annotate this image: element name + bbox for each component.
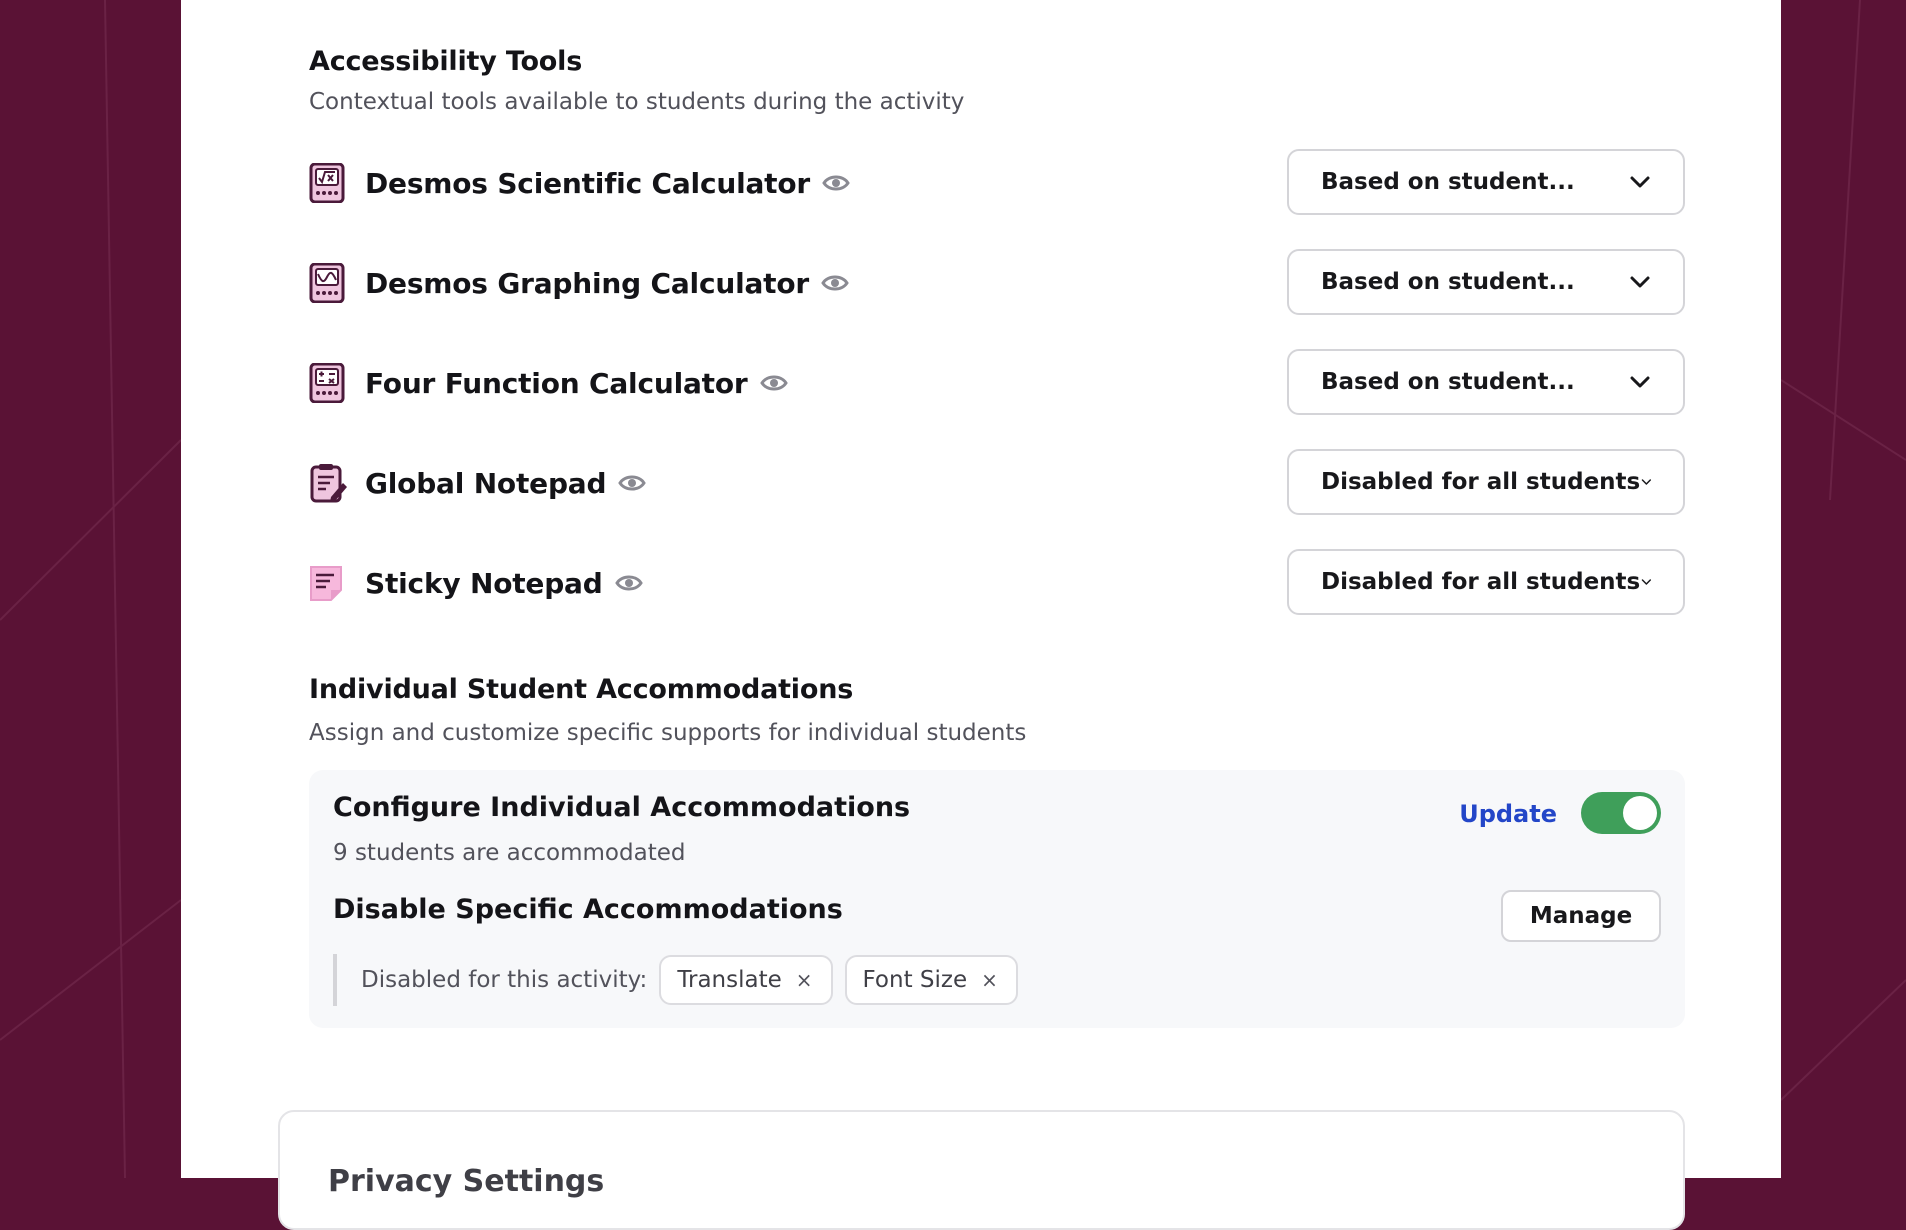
individual-accommodations-description: Assign and customize specific supports f… xyxy=(309,720,1027,746)
disabled-label: Disabled for this activity: xyxy=(361,967,648,993)
update-link[interactable]: Update xyxy=(1459,800,1557,828)
chip-font-size: Font Size × xyxy=(844,955,1018,1005)
disabled-accommodations-row: Disabled for this activity: Translate × … xyxy=(333,954,1030,1006)
chip-label: Translate xyxy=(677,967,782,993)
accommodated-count: 9 students are accommodated xyxy=(333,840,686,866)
individual-accommodations-title: Individual Student Accommodations xyxy=(309,674,854,705)
manage-button[interactable]: Manage xyxy=(1501,890,1661,942)
remove-chip-icon[interactable]: × xyxy=(796,968,813,992)
individual-accommodations-section: Individual Student Accommodations Assign… xyxy=(309,0,1685,1040)
configure-accommodations-title: Configure Individual Accommodations xyxy=(333,792,911,823)
accommodations-card: Configure Individual Accommodations 9 st… xyxy=(309,770,1685,1028)
chip-label: Font Size xyxy=(862,967,968,993)
toggle-knob xyxy=(1623,796,1657,830)
settings-panel: Accessibility Tools Contextual tools ava… xyxy=(181,0,1781,1230)
privacy-settings-card: Privacy Settings xyxy=(278,1110,1685,1230)
privacy-settings-title: Privacy Settings xyxy=(328,1164,605,1199)
disable-accommodations-title: Disable Specific Accommodations xyxy=(333,894,843,925)
remove-chip-icon[interactable]: × xyxy=(981,968,998,992)
accommodations-toggle[interactable] xyxy=(1581,792,1661,834)
chip-translate: Translate × xyxy=(659,955,833,1005)
